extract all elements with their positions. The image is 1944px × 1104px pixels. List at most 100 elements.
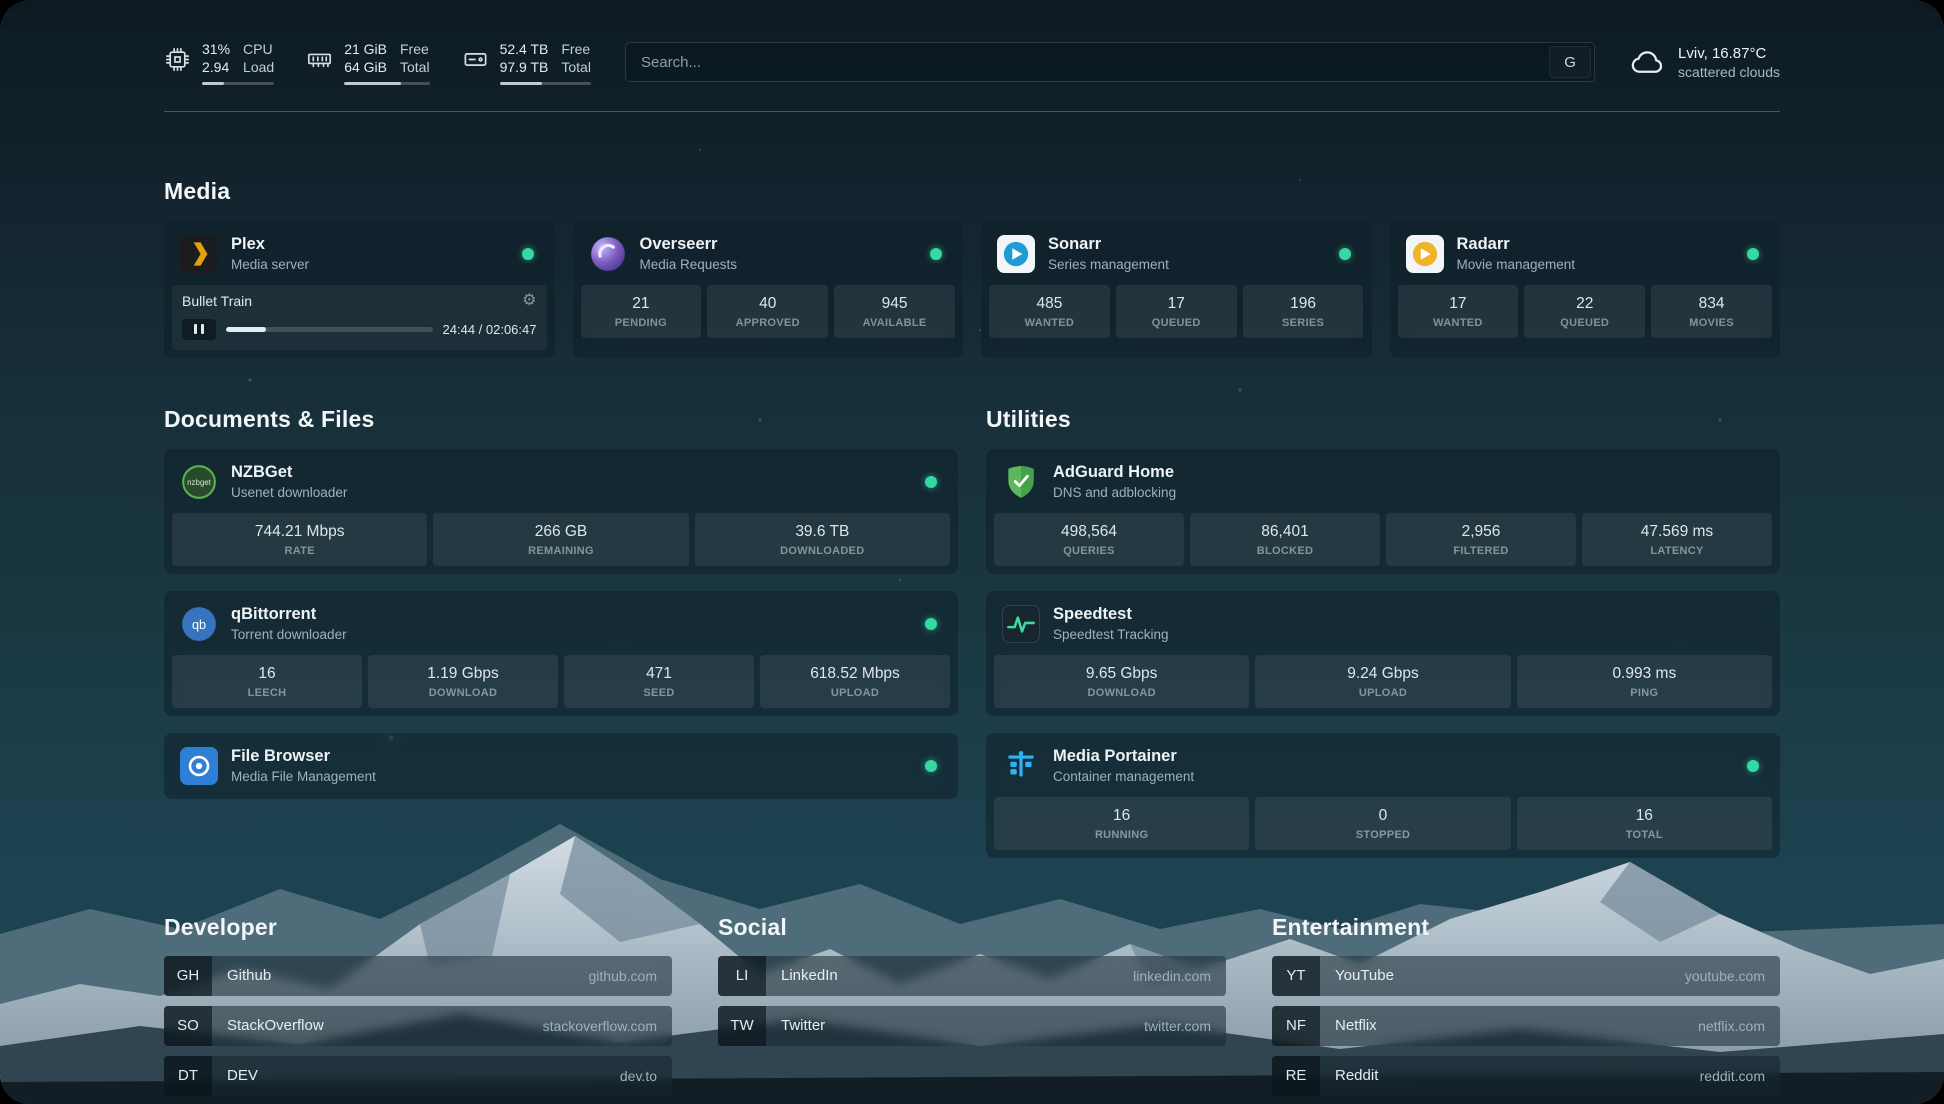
stat-value: 0.993 ms [1521, 665, 1768, 683]
cloud-icon [1629, 44, 1665, 80]
service-card-speedtest[interactable]: Speedtest Speedtest Tracking 9.65 GbpsDO… [986, 591, 1780, 716]
cpu-percent: 31% [202, 40, 230, 58]
stat-value: 0 [1259, 807, 1506, 825]
weather-widget: Lviv, 16.87°C scattered clouds [1629, 44, 1780, 80]
status-indicator [1747, 476, 1759, 488]
bookmark-name: Reddit [1320, 1067, 1378, 1084]
stat-tile: 834MOVIES [1651, 285, 1772, 338]
plex-icon [180, 235, 218, 273]
bookmark-abbr: GH [164, 956, 212, 996]
stat-label: APPROVED [711, 317, 824, 329]
service-description: Series management [1048, 257, 1169, 272]
bookmark-abbr: TW [718, 1006, 766, 1046]
stat-tile: 1.19 Gbps DOWNLOAD [368, 655, 558, 708]
bookmark-reddit[interactable]: RE Reddit reddit.com [1272, 1056, 1780, 1096]
bookmark-twitter[interactable]: TW Twitter twitter.com [718, 1006, 1226, 1046]
service-card-plex[interactable]: Plex Media server Bullet Train ⚙ [164, 221, 555, 358]
stat-tile: 0.993 msPING [1517, 655, 1772, 708]
stat-label: DOWNLOAD [372, 687, 554, 699]
service-card-portainer[interactable]: Media Portainer Container management 16R… [986, 733, 1780, 858]
stat-value: 21 [585, 295, 698, 313]
card-titles: Media Portainer Container management [1053, 747, 1194, 784]
svg-text:qb: qb [192, 618, 206, 632]
stat-value: 1.19 Gbps [372, 665, 554, 683]
resource-widgets: 31% 2.94 CPU Load [164, 40, 591, 85]
service-description: Media File Management [231, 769, 376, 784]
stat-label: DOWNLOADED [699, 545, 946, 557]
stat-value: 86,401 [1194, 523, 1376, 541]
disk-icon [462, 40, 489, 73]
section-title-utilities: Utilities [986, 406, 1780, 433]
bookmark-dev[interactable]: DT DEV dev.to [164, 1056, 672, 1096]
stat-tile: 9.65 GbpsDOWNLOAD [994, 655, 1249, 708]
bookmark-abbr: RE [1272, 1056, 1320, 1096]
service-description: Movie management [1457, 257, 1576, 272]
adguard-icon [1002, 463, 1040, 501]
bookmark-github[interactable]: GH Github github.com [164, 956, 672, 996]
stat-tile: 0STOPPED [1255, 797, 1510, 850]
stat-tile: 17WANTED [1398, 285, 1519, 338]
card-titles: Plex Media server [231, 235, 309, 272]
playback-progress-track[interactable] [226, 327, 433, 332]
section-title-media: Media [164, 178, 1780, 205]
search-input[interactable] [626, 43, 1546, 81]
stat-label: LATENCY [1586, 545, 1768, 557]
bookmark-group-entertainment: Entertainment YT YouTube youtube.com NF … [1272, 914, 1780, 1096]
stat-value: 47.569 ms [1586, 523, 1768, 541]
stat-tile: 17QUEUED [1116, 285, 1237, 338]
disk-progress-fill [500, 82, 542, 85]
status-indicator [1747, 618, 1759, 630]
stats-row: 485WANTED 17QUEUED 196SERIES [989, 285, 1364, 338]
filebrowser-icon [180, 747, 218, 785]
bookmark-url: stackoverflow.com [543, 1018, 672, 1034]
section-media: Media Plex Media server [164, 178, 1780, 358]
memory-total: 64 GiB [344, 58, 387, 76]
bookmark-list: GH Github github.com SO StackOverflow st… [164, 956, 672, 1096]
stats-row: 744.21 MbpsRATE 266 GBREMAINING 39.6 TBD… [172, 513, 950, 566]
stat-tile: 744.21 MbpsRATE [172, 513, 427, 566]
gear-icon[interactable]: ⚙ [522, 293, 536, 309]
bookmark-netflix[interactable]: NF Netflix netflix.com [1272, 1006, 1780, 1046]
bookmark-stackoverflow[interactable]: SO StackOverflow stackoverflow.com [164, 1006, 672, 1046]
bookmark-url: dev.to [620, 1068, 672, 1084]
stat-value: 39.6 TB [699, 523, 946, 541]
nzbget-icon: nzbget [180, 463, 218, 501]
section-title-documents: Documents & Files [164, 406, 958, 433]
stat-label: FILTERED [1390, 545, 1572, 557]
memory-progress-track [344, 82, 429, 85]
service-card-overseerr[interactable]: Overseerr Media Requests 21PENDING 40APP… [573, 221, 964, 358]
stat-tile: 39.6 TB DOWNLOADED [695, 513, 950, 566]
disk-label-bottom: Total [561, 58, 591, 76]
now-playing-title: Bullet Train [182, 293, 252, 309]
stats-row: 16LEECH 1.19 GbpsDOWNLOAD 471SEED 618.52… [172, 655, 950, 708]
stat-value: 9.65 Gbps [998, 665, 1245, 683]
stat-label: SEED [568, 687, 750, 699]
bookmark-linkedin[interactable]: LI LinkedIn linkedin.com [718, 956, 1226, 996]
pause-icon[interactable] [182, 319, 216, 340]
stat-value: 834 [1655, 295, 1768, 313]
bookmark-url: netflix.com [1698, 1018, 1780, 1034]
stat-label: REMAINING [437, 545, 684, 557]
card-titles: Speedtest Speedtest Tracking [1053, 605, 1169, 642]
disk-total: 97.9 TB [500, 58, 549, 76]
service-card-radarr[interactable]: Radarr Movie management 17WANTED 22QUEUE… [1390, 221, 1781, 358]
service-card-nzbget[interactable]: nzbget NZBGet Usenet downloader 744.21 M… [164, 449, 958, 574]
service-name: Speedtest [1053, 605, 1169, 624]
media-cards-row: Plex Media server Bullet Train ⚙ [164, 221, 1780, 358]
service-card-adguard[interactable]: AdGuard Home DNS and adblocking 498,564Q… [986, 449, 1780, 574]
service-name: Plex [231, 235, 309, 254]
search-provider-button[interactable]: G [1549, 46, 1591, 78]
service-card-sonarr[interactable]: Sonarr Series management 485WANTED 17QUE… [981, 221, 1372, 358]
plex-title-row: Bullet Train ⚙ [182, 293, 537, 309]
service-card-qbittorrent[interactable]: qb qBittorrent Torrent downloader 16LEEC… [164, 591, 958, 716]
service-card-filebrowser[interactable]: File Browser Media File Management [164, 733, 958, 799]
bookmark-youtube[interactable]: YT YouTube youtube.com [1272, 956, 1780, 996]
bookmark-abbr: YT [1272, 956, 1320, 996]
stat-tile: 498,564QUERIES [994, 513, 1184, 566]
section-title-developer: Developer [164, 914, 672, 941]
card-head: Speedtest Speedtest Tracking [994, 599, 1772, 655]
stat-value: 618.52 Mbps [764, 665, 946, 683]
stat-tile: 16LEECH [172, 655, 362, 708]
service-description: Media server [231, 257, 309, 272]
stat-value: 9.24 Gbps [1259, 665, 1506, 683]
